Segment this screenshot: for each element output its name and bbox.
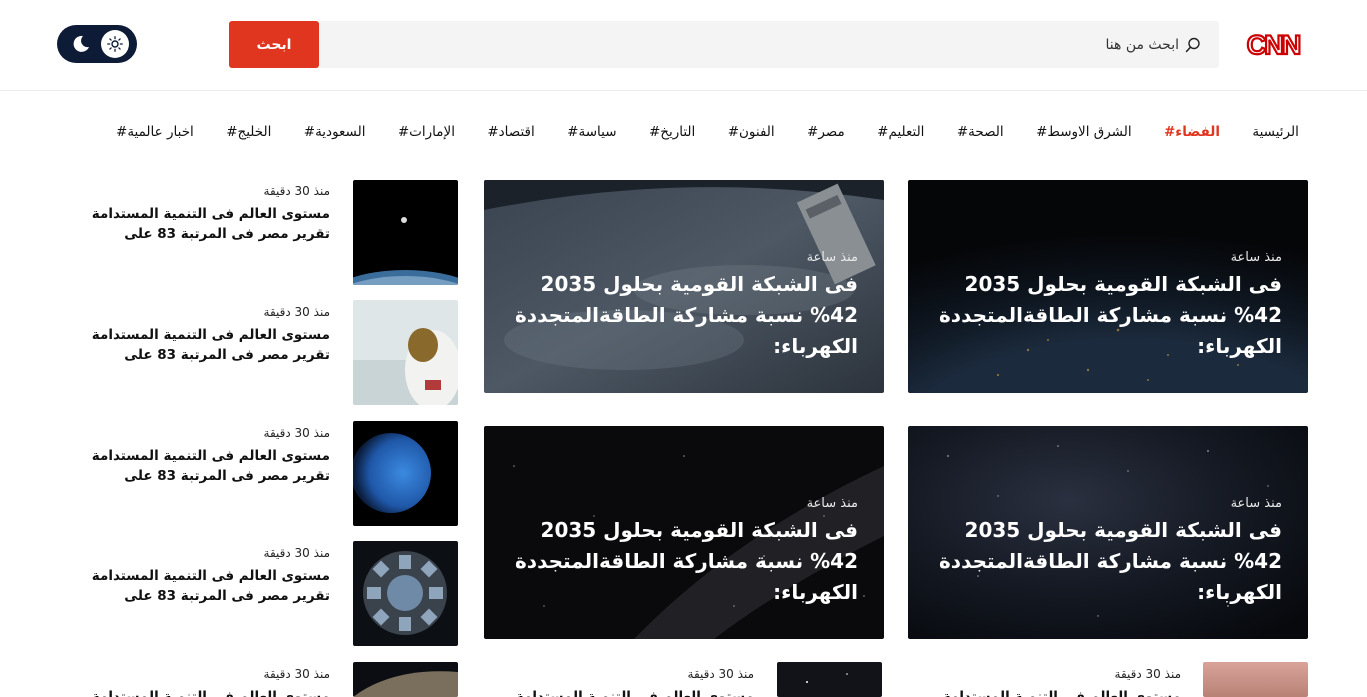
nav-item[interactable]: #الفنون — [728, 124, 775, 140]
list-item[interactable]: منذ 30 دقيقة مستوى العالم فى التنمية الم… — [60, 305, 330, 365]
site-header: CNN ابحث — [0, 0, 1367, 91]
featured-card-title[interactable]: فى الشبكة القومية بحلول 2035 42% نسبة مش… — [922, 515, 1282, 608]
nav-item[interactable]: الرئيسية — [1252, 124, 1299, 140]
list-item-time: منذ 30 دقيقة — [263, 184, 330, 198]
moon-icon — [73, 35, 89, 52]
list-item[interactable]: منذ 30 دقيقة مستوى العالم فى التنمية الم… — [60, 546, 330, 606]
list-item-time: منذ 30 دقيقة — [1114, 667, 1181, 681]
list-item-title[interactable]: مستوى العالم فى التنمية المستدامة تقرير … — [60, 204, 330, 244]
featured-card[interactable]: منذ ساعة فى الشبكة القومية بحلول 2035 42… — [908, 180, 1308, 393]
list-item-title-line: مستوى العالم فى التنمية المستدامة — [91, 689, 330, 697]
featured-card[interactable]: منذ ساعة فى الشبكة القومية بحلول 2035 42… — [908, 426, 1308, 639]
list-item-thumbnail[interactable] — [353, 541, 458, 646]
list-item-thumbnail[interactable] — [353, 180, 458, 285]
list-item[interactable]: منذ 30 دقيقة مستوى العالم فى التنمية الم… — [60, 667, 330, 697]
nav-item[interactable]: #اقتصاد — [487, 124, 534, 140]
featured-card-time: منذ ساعة — [1230, 496, 1282, 511]
theme-toggle[interactable] — [57, 25, 137, 63]
featured-card-title[interactable]: فى الشبكة القومية بحلول 2035 42% نسبة مش… — [498, 269, 858, 362]
category-nav: الرئيسية #الفضاء #الشرق الاوسط #الصحة #التعل… — [116, 122, 1299, 142]
list-item-title-line: تقرير مصر فى المرتبة 83 على — [124, 347, 330, 363]
list-item-title[interactable]: مستوى العالم فى التنمية المستدامة تقرير … — [60, 325, 330, 365]
featured-card-title[interactable]: فى الشبكة القومية بحلول 2035 42% نسبة مش… — [922, 269, 1282, 362]
featured-card-time: منذ ساعة — [806, 496, 858, 511]
featured-card-text: منذ ساعة فى الشبكة القومية بحلول 2035 42… — [498, 250, 858, 362]
nav-item[interactable]: #التعليم — [877, 124, 924, 140]
featured-card-text: منذ ساعة فى الشبكة القومية بحلول 2035 42… — [922, 496, 1282, 608]
nav-item[interactable]: #الإمارات — [398, 124, 455, 140]
list-item-time: منذ 30 دقيقة — [687, 667, 754, 681]
featured-card[interactable]: منذ ساعة فى الشبكة القومية بحلول 2035 42… — [484, 426, 884, 639]
nav-item[interactable]: #الصحة — [957, 124, 1004, 140]
featured-card-time: منذ ساعة — [806, 250, 858, 265]
list-item-thumbnail[interactable] — [353, 662, 458, 697]
nav-item[interactable]: #سياسة — [567, 124, 616, 140]
list-item-title-line: مستوى العالم فى التنمية المستدامة — [91, 206, 330, 222]
featured-card-text: منذ ساعة فى الشبكة القومية بحلول 2035 42… — [498, 496, 858, 608]
list-item-thumbnail[interactable] — [1203, 662, 1308, 697]
list-item-thumbnail[interactable] — [353, 421, 458, 526]
list-item-time: منذ 30 دقيقة — [263, 546, 330, 560]
nav-item[interactable]: #الفضاء — [1164, 124, 1220, 140]
list-item[interactable]: منذ 30 دقيقة مستوى العالم فى التنمية الم… — [60, 426, 330, 486]
list-item-thumbnail[interactable] — [353, 300, 458, 405]
list-item-title[interactable]: مستوى العالم فى التنمية المستدامة تقرير … — [60, 446, 330, 486]
pink-sky-image — [1203, 662, 1308, 697]
list-item-time: منذ 30 دقيقة — [263, 667, 330, 681]
list-item-title-line: تقرير مصر فى المرتبة 83 على — [124, 226, 330, 242]
featured-card-time: منذ ساعة — [1230, 250, 1282, 265]
cnn-logo[interactable]: CNN — [1241, 28, 1305, 60]
list-item-time: منذ 30 دقيقة — [263, 305, 330, 319]
nav-item[interactable]: #التاريخ — [649, 124, 695, 140]
search-button[interactable]: ابحث — [229, 21, 319, 68]
nav-item[interactable]: #السعودية — [304, 124, 366, 140]
nav-item[interactable]: #مصر — [807, 124, 845, 140]
list-item-title[interactable]: مستوى العالم فى التنمية المستدامة تقرير … — [60, 566, 330, 606]
sun-knob — [101, 30, 129, 58]
nebula-image — [777, 662, 882, 697]
featured-card-title[interactable]: فى الشبكة القومية بحلول 2035 42% نسبة مش… — [498, 515, 858, 608]
list-item[interactable]: منذ 30 دقيقة مستوى العالم فى التنمية الم… — [908, 667, 1181, 697]
list-item-title[interactable]: مستوى العالم فى التنمية المستدامة — [484, 687, 754, 697]
list-item-title[interactable]: مستوى العالم فى التنمية المستدامة — [60, 687, 330, 697]
featured-card[interactable]: منذ ساعة فى الشبكة القومية بحلول 2035 42… — [484, 180, 884, 393]
list-item-title[interactable]: مستوى العالم فى التنمية المستدامة — [908, 687, 1181, 697]
astronaut-earth-image — [353, 180, 458, 285]
list-item-title-line: تقرير مصر فى المرتبة 83 على — [124, 588, 330, 604]
list-item[interactable]: منذ 30 دقيقة مستوى العالم فى التنمية الم… — [60, 184, 330, 244]
nav-item[interactable]: #الخليج — [226, 124, 271, 140]
list-item-time: منذ 30 دقيقة — [263, 426, 330, 440]
astronaut-snow-image — [353, 300, 458, 405]
list-item-title-line: تقرير مصر فى المرتبة 83 على — [124, 468, 330, 484]
list-item-title-line: مستوى العالم فى التنمية المستدامة — [91, 448, 330, 464]
planet-horizon-image — [353, 662, 458, 697]
blue-planet-image — [353, 421, 458, 526]
cupola-window-image — [353, 541, 458, 646]
sun-icon — [107, 36, 123, 52]
search-bar: ابحث — [229, 21, 1219, 68]
svg-text:CNN: CNN — [1247, 30, 1300, 60]
featured-card-text: منذ ساعة فى الشبكة القومية بحلول 2035 42… — [922, 250, 1282, 362]
list-item-title-line: مستوى العالم فى التنمية المستدامة — [91, 568, 330, 584]
nav-item[interactable]: #اخبار عالمية — [116, 124, 194, 140]
search-input[interactable] — [379, 21, 1179, 68]
search-icon — [1185, 37, 1200, 53]
list-item-title-line: مستوى العالم فى التنمية المستدامة — [91, 327, 330, 343]
nav-item[interactable]: #الشرق الاوسط — [1036, 124, 1132, 140]
list-item[interactable]: منذ 30 دقيقة مستوى العالم فى التنمية الم… — [484, 667, 754, 697]
list-item-thumbnail[interactable] — [777, 662, 882, 697]
